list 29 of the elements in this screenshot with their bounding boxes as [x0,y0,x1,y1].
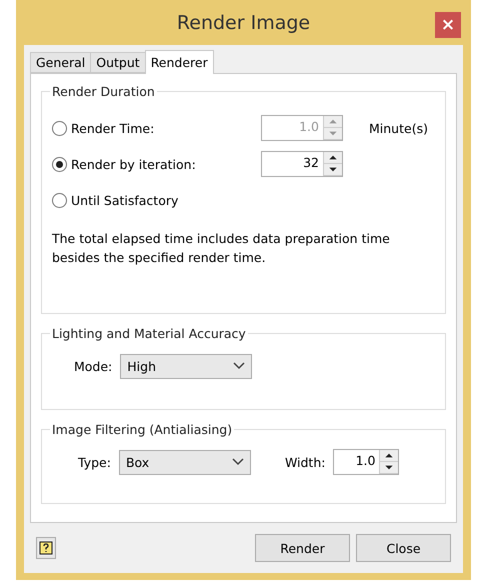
mode-dropdown[interactable]: High [120,354,252,378]
type-dropdown[interactable]: Box [118,450,251,474]
chevron-down-icon [232,458,244,466]
group-title: Image Filtering (Antialiasing) [51,422,234,437]
width-label: Width: [284,454,326,470]
help-icon [39,541,53,555]
number-spinner[interactable]: 32 [261,151,343,177]
unit-label: Minute(s) [369,120,428,136]
type-label: Type: [78,454,111,470]
close-button[interactable]: × [435,12,461,38]
radio-button[interactable] [52,156,67,172]
radio-button[interactable] [52,120,67,136]
tab[interactable]: Renderer [144,50,214,74]
radio-label: Until Satisfactory [71,192,180,208]
chevron-down-icon [233,362,246,370]
tab[interactable]: General [30,52,92,73]
help-button[interactable] [36,537,56,559]
radio-button[interactable] [52,192,67,208]
note-text: The total elapsed time includes data preparation time besides the specified render time. [52,230,391,267]
number-spinner[interactable]: 1.0 [333,449,400,475]
group-title: Render Duration [51,84,156,99]
mode-label: Mode: [74,358,112,374]
tab[interactable]: Output [90,52,146,73]
radio-label: Render by iteration: [71,156,197,172]
dialog-button[interactable]: Render [255,534,350,562]
window-title: Render Image [176,12,310,34]
dialog-button[interactable]: Close [356,534,451,562]
radio-label: Render Time: [71,120,156,136]
group-title: Lighting and Material Accuracy [51,326,247,341]
